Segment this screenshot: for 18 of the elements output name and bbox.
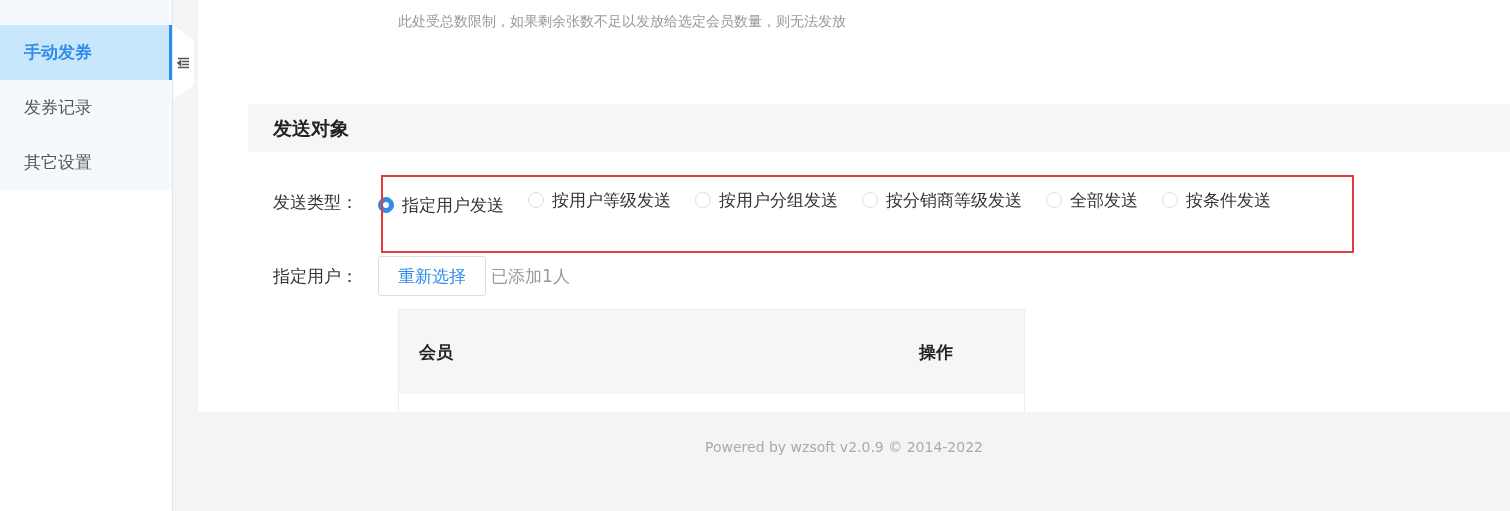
added-count: 已添加1人 [491, 264, 570, 288]
radio-label[interactable]: 按分销商等级发送 [886, 189, 1022, 210]
hint-text: 此处受总数限制，如果剩余张数不足以发放给选定会员数量，则无法发放 [397, 12, 847, 31]
radio-label[interactable]: 按用户等级发送 [552, 189, 671, 210]
field-label: 指定用户： [272, 264, 359, 288]
sidebar-item[interactable]: 其它设置 [0, 135, 172, 190]
radio-label[interactable]: 按用户分组发送 [719, 189, 838, 210]
radio-label[interactable]: 指定用户发送 [402, 194, 504, 215]
radio-label[interactable]: 全部发送 [1070, 189, 1138, 210]
field-label: 发送类型： [272, 190, 359, 214]
sidebar-item[interactable]: 发券记录 [0, 80, 172, 135]
footer-text: Powered by wzsoft v2.0.9 © 2014-2022 [704, 438, 984, 455]
column-header: 操作 [919, 340, 953, 364]
menu-icon [177, 56, 190, 69]
radio-label[interactable]: 按条件发送 [1186, 189, 1271, 210]
column-header: 会员 [419, 340, 454, 364]
reselect-button[interactable]: 重新选择 [378, 256, 486, 296]
section-title: 发送对象 [248, 104, 1510, 152]
